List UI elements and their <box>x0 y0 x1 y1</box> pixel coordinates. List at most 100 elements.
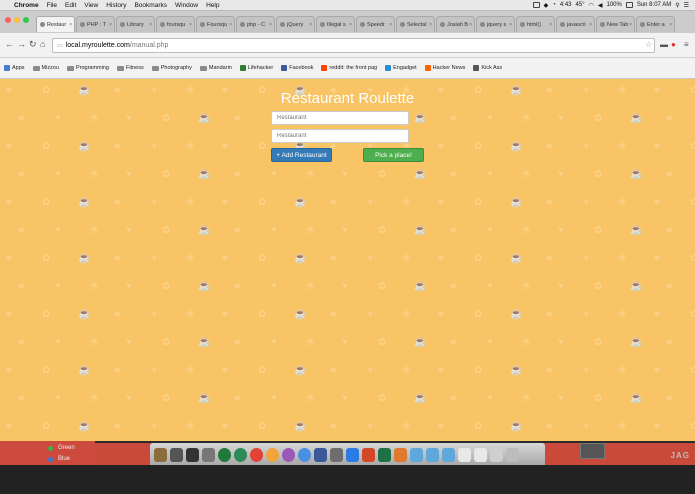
bookmark-7[interactable]: Facebook <box>281 65 313 71</box>
bookmark-10[interactable]: Hacker News <box>424 65 465 71</box>
dock-trash-icon[interactable] <box>506 448 519 462</box>
dock-activity-icon[interactable] <box>170 448 183 462</box>
restaurant-input-2[interactable] <box>271 129 409 143</box>
tab-9[interactable]: Selectal × <box>396 16 435 32</box>
bookmark-11[interactable]: Kick Ass <box>473 65 502 71</box>
tab-close-icon[interactable]: × <box>229 22 232 28</box>
tag-blue[interactable]: Blue <box>48 456 70 462</box>
extension-icon[interactable]: ▬ <box>660 40 668 49</box>
menu-bookmarks[interactable]: Bookmarks <box>130 2 171 9</box>
tab-close-icon[interactable]: × <box>469 22 472 28</box>
tab-close-icon[interactable]: × <box>309 22 312 28</box>
dock-folder-2-icon[interactable] <box>426 448 439 462</box>
dock-system-prefs-icon[interactable] <box>330 448 343 462</box>
tab-6[interactable]: jQuery × <box>276 16 315 32</box>
dock-terminal-icon[interactable] <box>186 448 199 462</box>
tab-10[interactable]: Josiah B × <box>436 16 475 32</box>
tab-1[interactable]: PHP : T × <box>76 16 115 32</box>
dock-folder-3-icon[interactable] <box>442 448 455 462</box>
menu-help[interactable]: Help <box>202 2 223 9</box>
dock-appstore-icon[interactable] <box>314 448 327 462</box>
tab-7[interactable]: Illegal s × <box>316 16 355 32</box>
tab-close-icon[interactable]: × <box>589 22 592 28</box>
dock-app-icon[interactable] <box>234 448 247 462</box>
tab-close-icon[interactable]: × <box>629 22 632 28</box>
menu-view[interactable]: View <box>80 2 102 9</box>
dock-document-2-icon[interactable] <box>474 448 487 462</box>
bookmark-3[interactable]: Fitness <box>116 65 144 71</box>
tab-15[interactable]: Enter a × <box>636 16 675 32</box>
tab-11[interactable]: jquery s × <box>476 16 515 32</box>
tab-12[interactable]: html() × <box>516 16 555 32</box>
tab-close-icon[interactable]: × <box>389 22 392 28</box>
extension-red-icon[interactable]: ● <box>671 40 676 49</box>
notification-icon[interactable]: ☰ <box>684 2 689 9</box>
menu-file[interactable]: File <box>43 2 61 9</box>
timer-icon[interactable]: ◔ <box>552 2 556 8</box>
bookmark-9[interactable]: Engadget <box>385 65 417 71</box>
dock-powerpoint-icon[interactable] <box>362 448 375 462</box>
bookmark-star-icon[interactable]: ☆ <box>645 40 652 49</box>
battery-level[interactable]: 100% <box>606 2 621 8</box>
dock-firefox-icon[interactable] <box>266 448 279 462</box>
tab-close-icon[interactable]: × <box>349 22 352 28</box>
restaurant-input-1[interactable] <box>271 111 409 125</box>
forward-icon[interactable]: → <box>17 39 26 49</box>
tab-close-icon[interactable]: × <box>549 22 552 28</box>
menu-app-name[interactable]: Chrome <box>10 2 43 9</box>
bookmark-6[interactable]: Lifehacker <box>239 65 273 71</box>
spotlight-icon[interactable]: ⚲ <box>675 2 679 9</box>
bookmark-8[interactable]: reddit: the front pag <box>321 65 377 71</box>
tab-8[interactable]: Speedr × <box>356 16 395 32</box>
minimize-window-icon[interactable] <box>14 17 20 23</box>
tab-close-icon[interactable]: × <box>189 22 192 28</box>
dock-chrome-icon[interactable] <box>250 448 263 462</box>
screen-icon[interactable] <box>532 2 540 8</box>
tab-close-icon[interactable]: × <box>509 22 512 28</box>
close-window-icon[interactable] <box>5 17 11 23</box>
pick-place-button[interactable]: Pick a place! <box>363 148 424 162</box>
clock[interactable]: Sun 8:07 AM <box>637 2 671 8</box>
menu-history[interactable]: History <box>102 2 130 9</box>
dock-folder-icon[interactable] <box>410 448 423 462</box>
wifi-icon[interactable]: ◠ <box>589 2 594 9</box>
dock-console-icon[interactable] <box>202 448 215 462</box>
tab-close-icon[interactable]: × <box>429 22 432 28</box>
tab-3[interactable]: foursqu × <box>156 16 195 32</box>
tab-close-icon[interactable]: × <box>669 22 672 28</box>
reload-icon[interactable]: ↻ <box>29 39 37 50</box>
tab-close-icon[interactable]: × <box>69 22 72 28</box>
bookmark-0[interactable]: Apps <box>4 65 25 71</box>
menu-hamburger-icon[interactable]: ≡ <box>684 40 689 49</box>
tab-2[interactable]: Library × <box>116 16 155 32</box>
bookmark-5[interactable]: Mandarin <box>199 65 232 71</box>
bookmark-1[interactable]: Mizzou <box>32 65 59 71</box>
dock-excel-icon[interactable] <box>378 448 391 462</box>
menu-window[interactable]: Window <box>171 2 202 9</box>
menu-edit[interactable]: Edit <box>61 2 80 9</box>
address-bar[interactable]: ▭ local.myroulette.com/manual.php <box>52 38 655 53</box>
dock-downloads-icon[interactable] <box>490 448 503 462</box>
dock-app-green-icon[interactable] <box>218 448 231 462</box>
zoom-window-icon[interactable] <box>23 17 29 23</box>
tab-close-icon[interactable]: × <box>149 22 152 28</box>
back-icon[interactable]: ← <box>5 39 14 49</box>
dropbox-icon[interactable]: ◆ <box>544 2 549 9</box>
tab-13[interactable]: javascri × <box>556 16 595 32</box>
home-icon[interactable]: ⌂ <box>40 39 45 49</box>
bookmark-2[interactable]: Programming <box>66 65 109 71</box>
tab-0[interactable]: Restaur × <box>36 16 75 32</box>
tab-14[interactable]: New Tab × <box>596 16 635 32</box>
tab-4[interactable]: Foursqu × <box>196 16 235 32</box>
dock-word-icon[interactable] <box>346 448 359 462</box>
bookmark-4[interactable]: Photography <box>151 65 192 71</box>
add-restaurant-button[interactable]: + Add Restaurant <box>271 148 332 162</box>
dock-outlook-icon[interactable] <box>394 448 407 462</box>
battery-icon[interactable] <box>625 2 633 8</box>
dock-itunes-icon[interactable] <box>282 448 295 462</box>
volume-icon[interactable]: ◀ <box>598 2 603 9</box>
tag-green[interactable]: Green <box>48 445 75 451</box>
tab-5[interactable]: php - C × <box>236 16 275 32</box>
dock-document-icon[interactable] <box>458 448 471 462</box>
tab-close-icon[interactable]: × <box>269 22 272 28</box>
